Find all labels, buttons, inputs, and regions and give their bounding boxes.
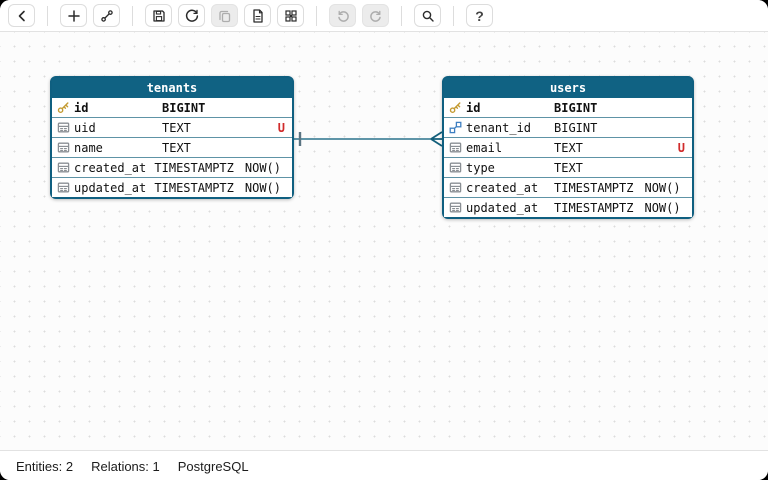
column-row[interactable]: id BIGINT	[52, 98, 292, 117]
column-type: TEXT	[162, 140, 191, 155]
column-row[interactable]: email TEXT U	[444, 137, 692, 157]
status-bar: Entities: 2 Relations: 1 PostgreSQL	[0, 450, 768, 480]
column-default: NOW()	[644, 200, 681, 215]
add-table-button[interactable]	[60, 4, 87, 27]
toolbar-separator	[316, 5, 317, 26]
column-type: BIGINT	[162, 100, 206, 115]
relations-count: Relations: 1	[91, 458, 160, 474]
add-relation-icon	[99, 8, 115, 24]
undo-icon	[335, 8, 351, 24]
unique-badge: U	[677, 140, 685, 155]
column-name: updated_at	[466, 200, 539, 215]
column-type: TIMESTAMPTZ	[154, 180, 234, 195]
help-button[interactable]: ?	[466, 4, 493, 27]
add-table-icon	[66, 8, 82, 24]
foreign-key-icon	[449, 121, 462, 134]
save-icon	[151, 8, 167, 24]
reload-icon	[184, 8, 200, 24]
column-type: TEXT	[554, 160, 583, 175]
copy-icon	[217, 8, 233, 24]
column-row[interactable]: updated_at TIMESTAMPTZ NOW()	[444, 197, 692, 217]
column-row[interactable]: updated_at TIMESTAMPTZ NOW()	[52, 177, 292, 197]
table-title[interactable]: users	[444, 78, 692, 98]
column-row[interactable]: type TEXT	[444, 157, 692, 177]
column-row[interactable]: id BIGINT	[444, 98, 692, 117]
column-default: NOW()	[644, 180, 681, 195]
export-sql-button[interactable]	[244, 4, 271, 27]
toolbar-separator	[401, 5, 402, 26]
column-name: tenant_id	[466, 120, 532, 135]
primary-key-icon	[57, 101, 70, 114]
reload-button[interactable]	[178, 4, 205, 27]
column-type: TIMESTAMPTZ	[554, 200, 634, 215]
unique-badge: U	[277, 120, 285, 135]
help-icon: ?	[475, 7, 484, 24]
column-row[interactable]: created_at TIMESTAMPTZ NOW()	[52, 157, 292, 177]
search-icon	[420, 8, 436, 24]
column-name: updated_at	[74, 180, 147, 195]
column-type: TIMESTAMPTZ	[554, 180, 634, 195]
erd-app-window: ? tenants id BIGINT uid TEXT U name TEXT…	[0, 0, 768, 480]
column-name: id	[74, 100, 89, 115]
column-name: id	[466, 100, 481, 115]
cardinality-many-crowfoot	[430, 131, 443, 147]
table-title[interactable]: tenants	[52, 78, 292, 98]
column-type: BIGINT	[554, 120, 598, 135]
sql-dialect: PostgreSQL	[177, 458, 249, 474]
entity-table-users[interactable]: users id BIGINT tenant_id BIGINT email T…	[442, 76, 694, 219]
column-default: NOW()	[244, 160, 281, 175]
column-icon	[449, 181, 462, 194]
column-row[interactable]: tenant_id BIGINT	[444, 117, 692, 137]
column-name: type	[466, 160, 495, 175]
column-icon	[449, 161, 462, 174]
layout-grid-icon	[283, 8, 299, 24]
column-row[interactable]: uid TEXT U	[52, 117, 292, 137]
search-button[interactable]	[414, 4, 441, 27]
entity-table-tenants[interactable]: tenants id BIGINT uid TEXT U name TEXT c…	[50, 76, 294, 199]
column-default: NOW()	[244, 180, 281, 195]
column-type: BIGINT	[554, 100, 598, 115]
export-sql-icon	[250, 8, 266, 24]
column-type: TEXT	[554, 140, 583, 155]
column-row[interactable]: name TEXT	[52, 137, 292, 157]
column-name: created_at	[74, 160, 147, 175]
redo-icon	[368, 8, 384, 24]
column-icon	[57, 161, 70, 174]
toolbar-separator	[453, 5, 454, 26]
column-name: created_at	[466, 180, 539, 195]
copy-button[interactable]	[211, 4, 238, 27]
column-icon	[449, 141, 462, 154]
column-icon	[57, 121, 70, 134]
toolbar: ?	[0, 0, 768, 32]
undo-button[interactable]	[329, 4, 356, 27]
redo-button[interactable]	[362, 4, 389, 27]
column-type: TEXT	[162, 120, 191, 135]
toolbar-separator	[47, 5, 48, 26]
primary-key-icon	[449, 101, 462, 114]
column-name: uid	[74, 120, 96, 135]
column-icon	[57, 181, 70, 194]
save-button[interactable]	[145, 4, 172, 27]
column-icon	[449, 201, 462, 214]
back-button[interactable]	[8, 4, 35, 27]
column-icon	[57, 141, 70, 154]
column-type: TIMESTAMPTZ	[154, 160, 234, 175]
diagram-canvas[interactable]: tenants id BIGINT uid TEXT U name TEXT c…	[0, 32, 768, 450]
layout-grid-button[interactable]	[277, 4, 304, 27]
column-row[interactable]: created_at TIMESTAMPTZ NOW()	[444, 177, 692, 197]
back-icon	[14, 8, 30, 24]
add-relation-button[interactable]	[93, 4, 120, 27]
column-name: email	[466, 140, 503, 155]
entities-count: Entities: 2	[16, 458, 74, 474]
column-name: name	[74, 140, 103, 155]
toolbar-separator	[132, 5, 133, 26]
